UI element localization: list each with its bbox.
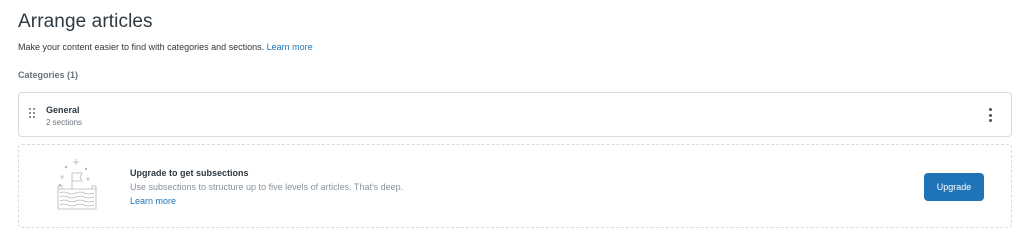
arrange-articles-page: Arrange articles Make your content easie… (0, 0, 1024, 243)
page-title: Arrange articles (18, 11, 153, 32)
learn-more-link[interactable]: Learn more (267, 42, 313, 52)
upgrade-title: Upgrade to get subsections (130, 168, 249, 178)
category-name: General (46, 105, 80, 115)
kebab-icon[interactable] (987, 108, 993, 122)
category-card[interactable]: General 2 sections (18, 92, 1012, 137)
upgrade-learn-more-link[interactable]: Learn more (130, 196, 176, 206)
upgrade-banner: Upgrade to get subsections Use subsectio… (18, 144, 1012, 228)
drag-handle-icon[interactable] (29, 108, 35, 118)
category-section-count: 2 sections (46, 118, 83, 127)
categories-label: Categories (1) (18, 70, 79, 80)
page-description: Make your content easier to find with ca… (18, 42, 313, 52)
upgrade-description: Use subsections to structure up to five … (130, 182, 404, 192)
upgrade-button[interactable]: Upgrade (924, 173, 984, 201)
description-text: Make your content easier to find with ca… (18, 42, 265, 52)
flag-castle-illustration-icon (57, 159, 97, 210)
